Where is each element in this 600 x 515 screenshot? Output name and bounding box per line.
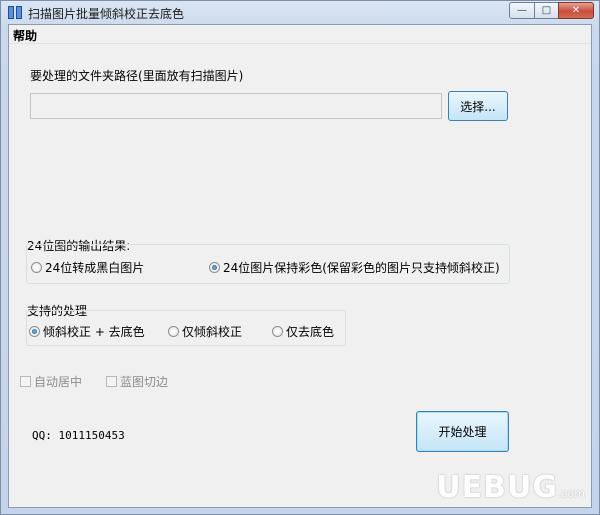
radio-deskew-only[interactable]: 仅倾斜校正	[168, 323, 242, 340]
radio-deskew-and-remove-bg[interactable]: 倾斜校正 + 去底色	[29, 323, 145, 340]
select-folder-button[interactable]: 选择...	[448, 91, 508, 121]
watermark-logo: UEBUG.com	[436, 470, 585, 505]
watermark-main: UEBUG	[436, 470, 558, 505]
auto-center-box	[20, 376, 31, 387]
radio-output-color[interactable]: 24位图片保持彩色(保留彩色的图片只支持倾斜校正)	[209, 259, 500, 276]
radio-output-bw-indicator	[31, 262, 42, 273]
blue-trim-box	[106, 376, 117, 387]
watermark-sub: .com	[558, 487, 585, 500]
maximize-icon: □	[541, 5, 552, 16]
folder-path-label: 要处理的文件夹路径(里面放有扫描图片)	[30, 69, 244, 83]
app-window: 扫描图片批量倾斜校正去底色 — □ ✕ 帮助 要处理的文件夹路径(里面放有扫描图…	[0, 0, 600, 515]
window-title: 扫描图片批量倾斜校正去底色	[28, 7, 185, 21]
close-icon: ✕	[571, 5, 581, 16]
title-bar[interactable]: 扫描图片批量倾斜校正去底色 — □ ✕	[1, 1, 599, 24]
auto-center-label: 自动居中	[34, 375, 83, 389]
radio-output-color-label: 24位图片保持彩色(保留彩色的图片只支持倾斜校正)	[223, 261, 500, 275]
radio-output-color-indicator	[209, 262, 220, 273]
radio-remove-bg-only-indicator	[272, 326, 283, 337]
blue-trim-label: 蓝图切边	[120, 375, 169, 389]
folder-path-input[interactable]	[30, 93, 442, 119]
radio-output-bw[interactable]: 24位转成黑白图片	[31, 259, 144, 276]
minimize-button[interactable]: —	[509, 2, 535, 19]
start-processing-button[interactable]: 开始处理	[416, 411, 509, 452]
menu-help[interactable]: 帮助	[13, 27, 37, 44]
radio-deskew-only-indicator	[168, 326, 179, 337]
radio-output-bw-label: 24位转成黑白图片	[45, 261, 145, 275]
radio-deskew-only-label: 仅倾斜校正	[182, 325, 243, 339]
blue-trim-checkbox[interactable]: 蓝图切边	[106, 373, 168, 390]
radio-remove-bg-only-label: 仅去底色	[286, 325, 335, 339]
maximize-button[interactable]: □	[534, 2, 559, 19]
radio-deskew-and-remove-bg-indicator	[29, 326, 40, 337]
close-button[interactable]: ✕	[558, 2, 594, 19]
radio-remove-bg-only[interactable]: 仅去底色	[272, 323, 334, 340]
menu-bar: 帮助	[9, 25, 591, 44]
minimize-icon: —	[517, 5, 527, 16]
client-area: 帮助 要处理的文件夹路径(里面放有扫描图片) 选择... 24位图的输出结果: …	[8, 24, 592, 508]
qq-contact: QQ: 1011150453	[32, 429, 125, 442]
auto-center-checkbox[interactable]: 自动居中	[20, 373, 82, 390]
radio-deskew-and-remove-bg-label: 倾斜校正 + 去底色	[43, 325, 145, 339]
app-icon	[8, 6, 22, 19]
